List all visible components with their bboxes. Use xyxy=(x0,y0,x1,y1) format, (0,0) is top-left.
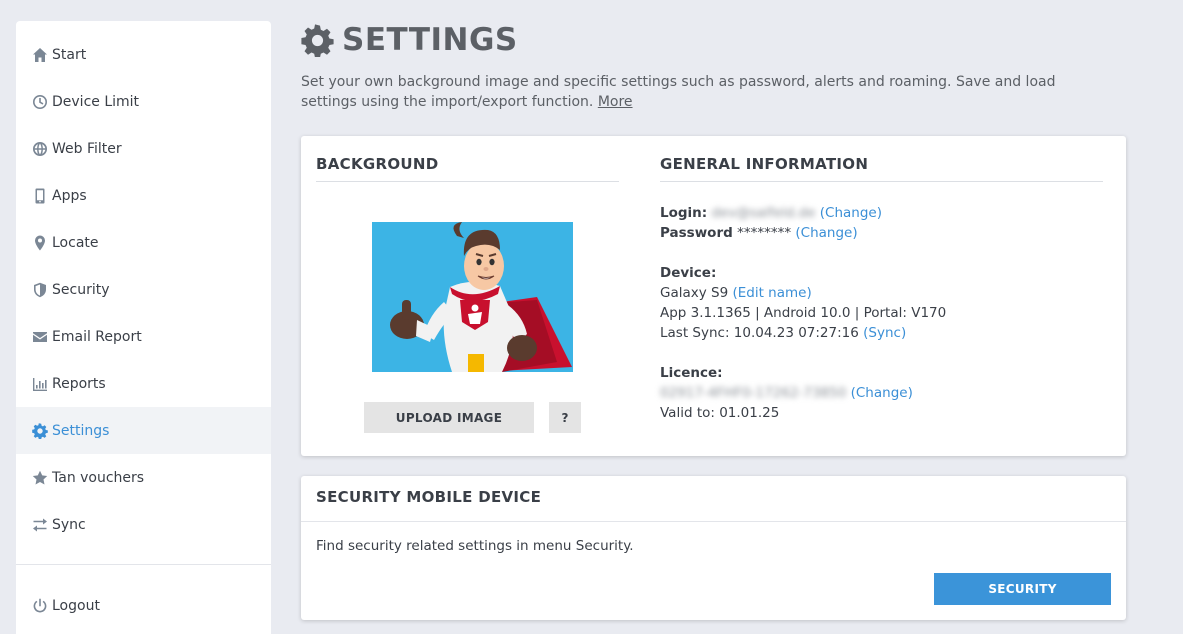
security-mobile-device-card: SECURITY MOBILE DEVICE Find security rel… xyxy=(301,476,1126,620)
superhero-mascot-image xyxy=(390,222,572,372)
card-divider xyxy=(301,521,1126,522)
password-row: Password ******** (Change) xyxy=(660,223,1103,243)
logout-label: Logout xyxy=(52,597,100,614)
last-sync: Last Sync: 10.04.23 07:27:16 xyxy=(660,325,859,341)
sidebar-item-settings[interactable]: Settings xyxy=(16,407,271,454)
licence-label: Licence: xyxy=(660,365,723,381)
settings-card: BACKGROUND UPLOAD IMAGE ? GENERAL INFORM… xyxy=(301,136,1126,456)
sync-link[interactable]: (Sync) xyxy=(863,325,906,341)
sidebar-item-label: Sync xyxy=(52,516,86,533)
licence-row: 02917-4FHF0-17262-73850 (Change) xyxy=(660,383,1103,403)
sidebar-item-sync[interactable]: Sync xyxy=(16,501,271,548)
sidebar-item-label: Start xyxy=(52,46,87,63)
sidebar: Start Device Limit Web Filter Apps Locat… xyxy=(16,21,271,634)
page-description: Set your own background image and specif… xyxy=(301,72,1071,112)
background-section: BACKGROUND xyxy=(316,155,619,182)
device-name-row: Galaxy S9 (Edit name) xyxy=(660,283,1103,303)
sidebar-item-label: Device Limit xyxy=(52,93,140,110)
login-value: dev@salfeld.de xyxy=(711,205,816,221)
sidebar-item-tan-vouchers[interactable]: Tan vouchers xyxy=(16,454,271,501)
map-pin-icon xyxy=(31,234,48,251)
bar-chart-icon xyxy=(31,375,48,392)
star-icon xyxy=(31,469,48,486)
change-login-link[interactable]: (Change) xyxy=(820,205,882,221)
change-licence-link[interactable]: (Change) xyxy=(851,385,913,401)
sync-arrows-icon xyxy=(31,516,48,533)
sidebar-item-logout[interactable]: Logout xyxy=(16,582,271,629)
sidebar-item-reports[interactable]: Reports xyxy=(16,360,271,407)
general-information-title: GENERAL INFORMATION xyxy=(660,155,1103,182)
sidebar-item-device-limit[interactable]: Device Limit xyxy=(16,78,271,125)
general-information-section: GENERAL INFORMATION xyxy=(660,155,1103,182)
sidebar-item-apps[interactable]: Apps xyxy=(16,172,271,219)
sidebar-item-label: Security xyxy=(52,281,110,298)
globe-icon xyxy=(31,140,48,157)
home-icon xyxy=(31,46,48,63)
envelope-icon xyxy=(31,328,48,345)
help-button[interactable]: ? xyxy=(549,402,581,433)
upload-image-button[interactable]: UPLOAD IMAGE xyxy=(364,402,534,433)
change-password-link[interactable]: (Change) xyxy=(795,225,857,241)
gear-icon xyxy=(31,422,48,439)
page-title: SETTINGS xyxy=(301,22,518,58)
background-image-preview xyxy=(372,222,573,372)
security-card-title: SECURITY MOBILE DEVICE xyxy=(316,488,542,506)
security-button[interactable]: SECURITY xyxy=(934,573,1111,605)
licence-value: 02917-4FHF0-17262-73850 xyxy=(660,385,847,401)
sidebar-item-label: Apps xyxy=(52,187,87,204)
gear-icon xyxy=(301,23,334,57)
sidebar-item-label: Locate xyxy=(52,234,99,251)
login-row: Login: dev@salfeld.de (Change) xyxy=(660,203,1103,223)
sidebar-item-web-filter[interactable]: Web Filter xyxy=(16,125,271,172)
sidebar-item-email-report[interactable]: Email Report xyxy=(16,313,271,360)
sidebar-divider xyxy=(16,564,271,565)
password-label: Password xyxy=(660,225,733,241)
background-title: BACKGROUND xyxy=(316,155,619,182)
device-label: Device: xyxy=(660,265,717,281)
valid-to: Valid to: 01.01.25 xyxy=(660,405,780,421)
sidebar-nav: Start Device Limit Web Filter Apps Locat… xyxy=(16,21,271,548)
security-card-description: Find security related settings in menu S… xyxy=(316,538,634,554)
edit-name-link[interactable]: (Edit name) xyxy=(732,285,811,301)
sidebar-item-label: Tan vouchers xyxy=(52,469,145,486)
phone-icon xyxy=(31,187,48,204)
more-link[interactable]: More xyxy=(598,94,633,110)
password-value: ******** xyxy=(737,225,792,241)
sidebar-item-label: Web Filter xyxy=(52,140,122,157)
sidebar-item-security[interactable]: Security xyxy=(16,266,271,313)
device-name: Galaxy S9 xyxy=(660,285,729,301)
general-information-details: Login: dev@salfeld.de (Change) Password … xyxy=(660,203,1103,423)
sidebar-item-label: Settings xyxy=(52,422,110,439)
app-info: App 3.1.1365 | Android 10.0 | Portal: V1… xyxy=(660,305,947,321)
last-sync-row: Last Sync: 10.04.23 07:27:16 (Sync) xyxy=(660,323,1103,343)
sidebar-item-label: Reports xyxy=(52,375,106,392)
page-description-text: Set your own background image and specif… xyxy=(301,74,1056,110)
page-title-text: SETTINGS xyxy=(342,22,518,58)
sidebar-item-start[interactable]: Start xyxy=(16,31,271,78)
sidebar-item-label: Email Report xyxy=(52,328,142,345)
clock-icon xyxy=(31,93,48,110)
shield-icon xyxy=(31,281,48,298)
power-icon xyxy=(31,597,48,614)
login-label: Login: xyxy=(660,205,708,221)
sidebar-item-locate[interactable]: Locate xyxy=(16,219,271,266)
